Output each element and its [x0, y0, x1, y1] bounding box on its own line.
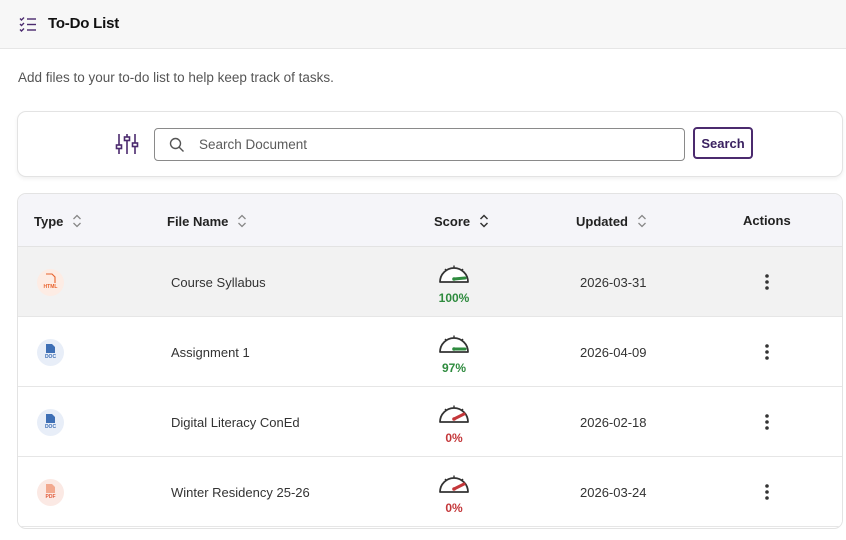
column-label: Score [434, 213, 471, 229]
svg-text:PDF: PDF [46, 494, 56, 500]
table-row[interactable]: DOC Digital Literacy ConEd 0% 2026-02-18 [18, 387, 842, 457]
more-actions-icon[interactable] [759, 342, 775, 362]
page-title: To-Do List [48, 15, 120, 32]
sort-icon[interactable] [72, 213, 82, 229]
page-description: Add files to your to-do list to help kee… [18, 70, 334, 85]
table-row[interactable]: PDF Winter Residency 25-26 0% 2026-03-24 [18, 457, 842, 527]
checklist-icon [19, 17, 36, 32]
more-actions-icon[interactable] [759, 272, 775, 292]
column-header-actions: Actions [743, 213, 791, 228]
more-actions-icon[interactable] [759, 412, 775, 432]
score-gauge-icon [439, 265, 469, 283]
score-gauge-icon [439, 335, 469, 353]
svg-text:DOC: DOC [45, 354, 57, 360]
svg-text:HTML: HTML [44, 284, 58, 290]
score-value: 0% [445, 501, 463, 515]
score-value: 0% [445, 431, 463, 445]
score-value: 100% [438, 291, 470, 305]
table-row[interactable]: HTML Course Syllabus 100% 2026-03-31 [18, 247, 842, 317]
documents-table: Type File Name Score Updated Actions HTM… [17, 193, 843, 529]
file-name[interactable]: Assignment 1 [171, 345, 250, 360]
updated-date: 2026-04-09 [580, 345, 647, 360]
file-name[interactable]: Winter Residency 25-26 [171, 485, 310, 500]
sort-icon[interactable] [637, 213, 647, 229]
search-field[interactable] [154, 128, 685, 161]
search-bar-card: Search [17, 111, 843, 177]
column-label: Actions [743, 213, 791, 228]
search-button[interactable]: Search [693, 127, 753, 159]
score-value: 97% [441, 361, 467, 375]
sort-icon[interactable] [237, 213, 247, 229]
column-header-file-name[interactable]: File Name [167, 213, 247, 229]
sort-icon[interactable] [479, 213, 489, 229]
html-file-icon: HTML [37, 269, 64, 296]
doc-file-icon: DOC [37, 339, 64, 366]
score-gauge-icon [439, 475, 469, 493]
column-label: Type [34, 213, 64, 229]
score-gauge-icon [439, 405, 469, 423]
svg-text:DOC: DOC [45, 424, 57, 430]
column-header-type[interactable]: Type [34, 213, 82, 229]
file-name[interactable]: Digital Literacy ConEd [171, 415, 300, 430]
updated-date: 2026-02-18 [580, 415, 647, 430]
column-label: File Name [167, 213, 229, 229]
column-header-score[interactable]: Score [434, 213, 489, 229]
column-header-updated[interactable]: Updated [576, 213, 647, 229]
filter-sliders-icon[interactable] [115, 132, 139, 156]
file-name[interactable]: Course Syllabus [171, 275, 266, 290]
table-header: Type File Name Score Updated Actions [18, 194, 842, 247]
doc-file-icon: DOC [37, 409, 64, 436]
more-actions-icon[interactable] [759, 482, 775, 502]
pdf-file-icon: PDF [37, 479, 64, 506]
search-input[interactable] [199, 129, 669, 160]
updated-date: 2026-03-24 [580, 485, 647, 500]
table-row[interactable]: DOC Assignment 1 97% 2026-04-09 [18, 317, 842, 387]
search-icon [169, 137, 184, 152]
column-label: Updated [576, 213, 628, 229]
updated-date: 2026-03-31 [580, 275, 647, 290]
page-header: To-Do List [0, 0, 846, 49]
